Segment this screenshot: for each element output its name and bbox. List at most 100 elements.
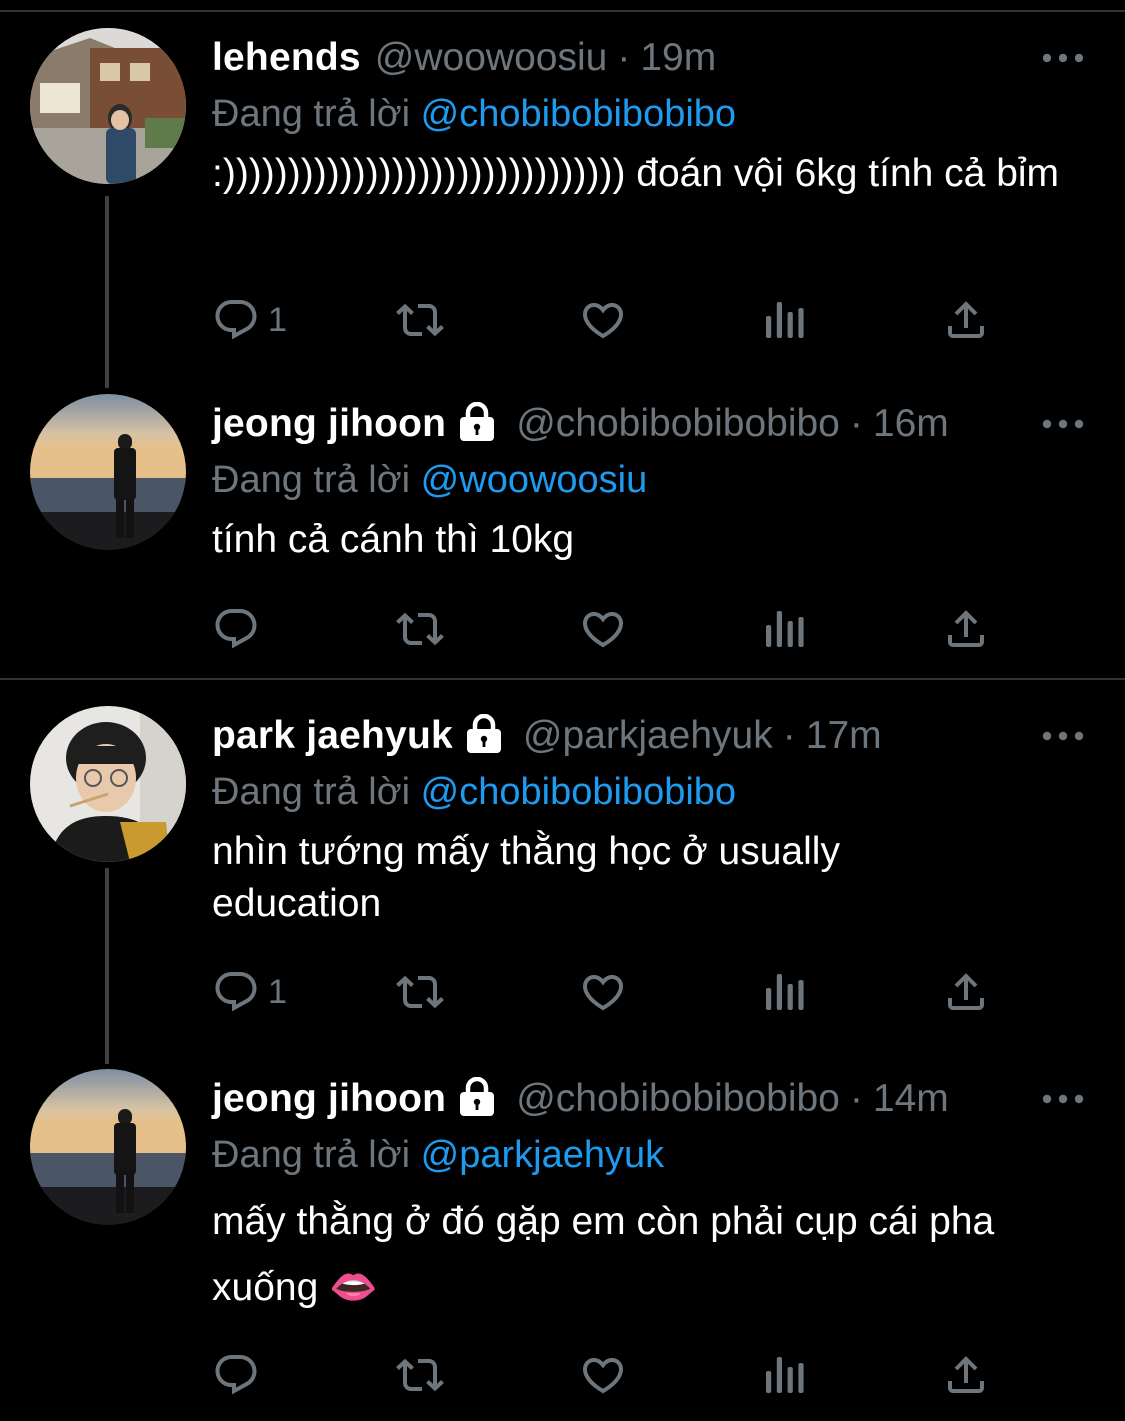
lock-icon	[454, 1077, 500, 1117]
avatar[interactable]	[30, 1069, 186, 1225]
user-handle[interactable]: @woowoosiu	[375, 28, 608, 88]
replying-to: Đang trả lời @chobibobibobibo	[212, 88, 1085, 140]
tweet-text: :))))))))))))))))))))))))))))))) đoán vộ…	[212, 152, 1060, 195]
tweet-text: mấy thằng ở đó gặp em còn phải cụp cái p…	[212, 1200, 995, 1309]
views-button[interactable]	[764, 962, 808, 1022]
timestamp[interactable]: 19m	[640, 28, 716, 88]
tweet-actions	[212, 1345, 1012, 1405]
share-icon	[948, 1356, 984, 1393]
views-icon	[766, 611, 804, 647]
reply-icon	[215, 300, 257, 340]
views-icon	[766, 974, 804, 1010]
tweet[interactable]: jeong jihoon @chobibobibobibo · 14m Đang…	[0, 1069, 1125, 1409]
more-icon[interactable]	[1041, 412, 1085, 436]
tweet[interactable]: lehends @woowoosiu · 19m Đang trả lời @c…	[0, 28, 1125, 358]
retweet-button[interactable]	[394, 1345, 446, 1405]
replying-to: Đang trả lời @chobibobibobibo	[212, 766, 1085, 818]
avatar-photo	[30, 28, 186, 184]
like-button[interactable]	[578, 962, 628, 1022]
reply-count: 1	[268, 972, 287, 1011]
avatar-photo	[30, 394, 186, 550]
tweet-header: lehends @woowoosiu · 19m	[212, 28, 1085, 88]
share-button[interactable]	[942, 599, 990, 659]
views-icon	[766, 1357, 804, 1393]
like-button[interactable]	[578, 1345, 628, 1405]
lock-icon	[454, 402, 500, 442]
like-button[interactable]	[578, 290, 628, 350]
like-icon	[582, 1358, 624, 1394]
retweet-button[interactable]	[394, 962, 446, 1022]
retweet-icon	[396, 975, 444, 1009]
share-icon	[948, 301, 984, 338]
reply-button[interactable]: 1	[212, 962, 287, 1022]
tweet-actions: 1	[212, 290, 1012, 350]
user-handle[interactable]: @parkjaehyuk	[523, 706, 773, 766]
user-handle[interactable]: @chobibobibobibo	[516, 394, 840, 454]
separator-dot: ·	[849, 402, 863, 445]
more-icon[interactable]	[1041, 1087, 1085, 1111]
timestamp[interactable]: 17m	[806, 706, 882, 766]
display-name[interactable]: park jaehyuk	[212, 706, 453, 766]
share-icon	[948, 610, 984, 647]
timestamp[interactable]: 16m	[873, 394, 949, 454]
conversation-divider	[0, 678, 1125, 680]
retweet-icon	[396, 1358, 444, 1392]
replying-to-mention[interactable]: @parkjaehyuk	[421, 1134, 664, 1176]
retweet-icon	[396, 612, 444, 646]
tweet-header: park jaehyuk @parkjaehyuk · 17m	[212, 706, 1085, 766]
reply-button[interactable]	[212, 1345, 268, 1405]
tweet-actions: 1	[212, 962, 1012, 1022]
timestamp[interactable]: 14m	[873, 1069, 949, 1129]
replying-to: Đang trả lời @woowoosiu	[212, 454, 1085, 506]
share-button[interactable]	[942, 962, 990, 1022]
separator-dot: ·	[617, 36, 631, 79]
avatar[interactable]	[30, 394, 186, 550]
retweet-button[interactable]	[394, 599, 446, 659]
replying-to-label: Đang trả lời	[212, 459, 411, 501]
tweet-actions	[212, 599, 1012, 659]
replying-to-mention[interactable]: @woowoosiu	[421, 459, 648, 501]
retweet-icon	[396, 303, 444, 337]
replying-to-mention[interactable]: @chobibobibobibo	[421, 771, 736, 813]
share-icon	[948, 973, 984, 1010]
reply-icon	[215, 1355, 257, 1395]
views-button[interactable]	[764, 1345, 808, 1405]
avatar-photo	[30, 1069, 186, 1225]
avatar[interactable]	[30, 28, 186, 184]
views-icon	[766, 302, 804, 338]
avatar-photo	[30, 706, 186, 862]
like-icon	[582, 975, 624, 1011]
tweet-text: tính cả cánh thì 10kg	[212, 518, 575, 561]
lock-icon	[461, 714, 507, 754]
like-icon	[582, 612, 624, 648]
separator-dot: ·	[782, 714, 796, 757]
like-icon	[582, 303, 624, 339]
replying-to-label: Đang trả lời	[212, 771, 411, 813]
tweet[interactable]: park jaehyuk @parkjaehyuk · 17m Đang trả…	[0, 706, 1125, 1036]
tweet-text: nhìn tướng mấy thằng học ở usually educa…	[212, 830, 840, 925]
replying-to: Đang trả lời @parkjaehyuk	[212, 1129, 1085, 1181]
user-handle[interactable]: @chobibobibobibo	[516, 1069, 840, 1129]
reply-button[interactable]: 1	[212, 290, 287, 350]
top-divider	[0, 10, 1125, 12]
display-name[interactable]: jeong jihoon	[212, 394, 446, 454]
reply-count: 1	[268, 300, 287, 339]
reply-icon	[215, 609, 257, 649]
display-name[interactable]: jeong jihoon	[212, 1069, 446, 1129]
avatar[interactable]	[30, 706, 186, 862]
tweet[interactable]: jeong jihoon @chobibobibobibo · 16m Đang…	[0, 394, 1125, 664]
like-button[interactable]	[578, 599, 628, 659]
display-name[interactable]: lehends	[212, 28, 361, 88]
more-icon[interactable]	[1041, 46, 1085, 70]
separator-dot: ·	[849, 1077, 863, 1120]
retweet-button[interactable]	[394, 290, 446, 350]
share-button[interactable]	[942, 290, 990, 350]
views-button[interactable]	[764, 599, 808, 659]
replying-to-label: Đang trả lời	[212, 1134, 411, 1176]
replying-to-mention[interactable]: @chobibobibobibo	[421, 93, 736, 135]
share-button[interactable]	[942, 1345, 990, 1405]
more-icon[interactable]	[1041, 724, 1085, 748]
reply-button[interactable]	[212, 599, 268, 659]
views-button[interactable]	[764, 290, 808, 350]
replying-to-label: Đang trả lời	[212, 93, 411, 135]
